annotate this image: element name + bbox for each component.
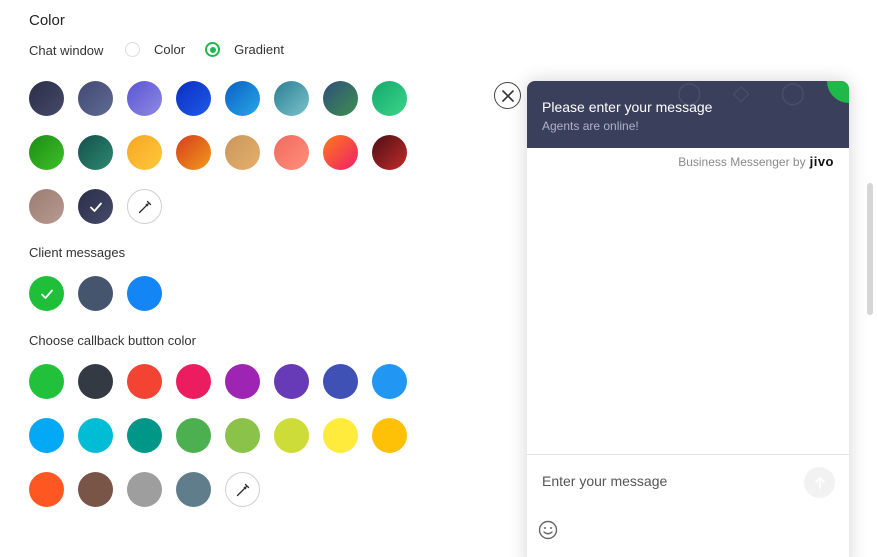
branding[interactable]: Business Messenger by jivo xyxy=(678,154,834,169)
callback-color-swatch[interactable] xyxy=(274,364,309,399)
chat-widget-header: ◯ ◇ ◯ Please enter your message Agents a… xyxy=(527,81,849,148)
chat-color-swatch[interactable] xyxy=(78,81,113,116)
chat-color-swatch[interactable] xyxy=(274,135,309,170)
send-button[interactable] xyxy=(804,467,835,498)
chat-color-swatch[interactable] xyxy=(29,81,64,116)
client-color-swatch[interactable] xyxy=(127,276,162,311)
close-icon xyxy=(501,89,514,102)
chat-color-swatch[interactable] xyxy=(78,135,113,170)
chat-color-swatch[interactable] xyxy=(127,135,162,170)
callback-color-swatch[interactable] xyxy=(176,418,211,453)
message-input[interactable] xyxy=(542,473,792,489)
callback-color-swatch[interactable] xyxy=(29,418,64,453)
callback-color-swatch[interactable] xyxy=(176,364,211,399)
emoji-icon[interactable] xyxy=(538,520,558,540)
chat-color-swatch[interactable] xyxy=(372,81,407,116)
chat-color-swatch[interactable] xyxy=(274,81,309,116)
chat-color-swatch[interactable] xyxy=(176,135,211,170)
chat-color-swatch[interactable] xyxy=(323,81,358,116)
callback-color-swatch[interactable] xyxy=(323,364,358,399)
chat-color-swatch[interactable] xyxy=(78,189,113,224)
branding-text: Business Messenger by xyxy=(678,154,806,169)
callback-color-swatch[interactable] xyxy=(78,472,113,507)
callback-color-swatch[interactable] xyxy=(29,472,64,507)
callback-color-swatch[interactable] xyxy=(78,364,113,399)
radio-gradient-label[interactable]: Gradient xyxy=(234,42,284,57)
input-divider xyxy=(527,454,849,455)
radio-gradient[interactable] xyxy=(205,42,221,57)
callback-color-swatch[interactable] xyxy=(127,472,162,507)
client-color-swatch[interactable] xyxy=(78,276,113,311)
callback-color-label: Choose callback button color xyxy=(29,333,196,348)
chat-header-title: Please enter your message xyxy=(542,99,713,115)
arrow-up-icon xyxy=(814,476,825,489)
callback-color-swatch[interactable] xyxy=(127,418,162,453)
chat-header-subtitle: Agents are online! xyxy=(542,119,639,133)
chat-color-swatch[interactable] xyxy=(225,81,260,116)
callback-color-swatch[interactable] xyxy=(274,418,309,453)
chat-color-swatch[interactable] xyxy=(127,81,162,116)
brand-logo: jivo xyxy=(809,154,834,169)
chat-widget-preview: ◯ ◇ ◯ Please enter your message Agents a… xyxy=(527,81,849,557)
chat-color-swatch[interactable] xyxy=(323,135,358,170)
callback-color-swatch[interactable] xyxy=(372,364,407,399)
chat-color-swatch[interactable] xyxy=(372,135,407,170)
radio-color[interactable] xyxy=(125,42,140,57)
page-scrollbar[interactable] xyxy=(867,183,873,315)
check-icon xyxy=(40,289,53,299)
callback-custom-color-picker[interactable] xyxy=(225,472,260,507)
eyedropper-icon xyxy=(236,483,249,496)
client-color-swatch[interactable] xyxy=(29,276,64,311)
chat-color-swatch[interactable] xyxy=(29,189,64,224)
callback-color-swatch[interactable] xyxy=(29,364,64,399)
eyedropper-icon xyxy=(138,200,151,213)
callback-color-swatch[interactable] xyxy=(78,418,113,453)
check-icon xyxy=(89,202,102,212)
callback-color-swatch[interactable] xyxy=(225,364,260,399)
callback-color-swatch[interactable] xyxy=(323,418,358,453)
close-preview-button[interactable] xyxy=(494,82,521,109)
callback-color-swatch[interactable] xyxy=(176,472,211,507)
callback-color-swatch[interactable] xyxy=(127,364,162,399)
chat-color-swatch[interactable] xyxy=(225,135,260,170)
chat-window-style-options: Color Gradient xyxy=(125,42,304,57)
chat-color-swatch[interactable] xyxy=(176,81,211,116)
chat-window-label: Chat window xyxy=(29,43,104,58)
client-messages-label: Client messages xyxy=(29,245,126,260)
callback-color-swatch[interactable] xyxy=(225,418,260,453)
section-title: Color xyxy=(29,12,65,29)
callback-color-swatch[interactable] xyxy=(372,418,407,453)
chat-custom-color-picker[interactable] xyxy=(127,189,162,224)
radio-color-label[interactable]: Color xyxy=(154,42,185,57)
chat-color-swatch[interactable] xyxy=(29,135,64,170)
header-status-corner xyxy=(827,81,849,103)
